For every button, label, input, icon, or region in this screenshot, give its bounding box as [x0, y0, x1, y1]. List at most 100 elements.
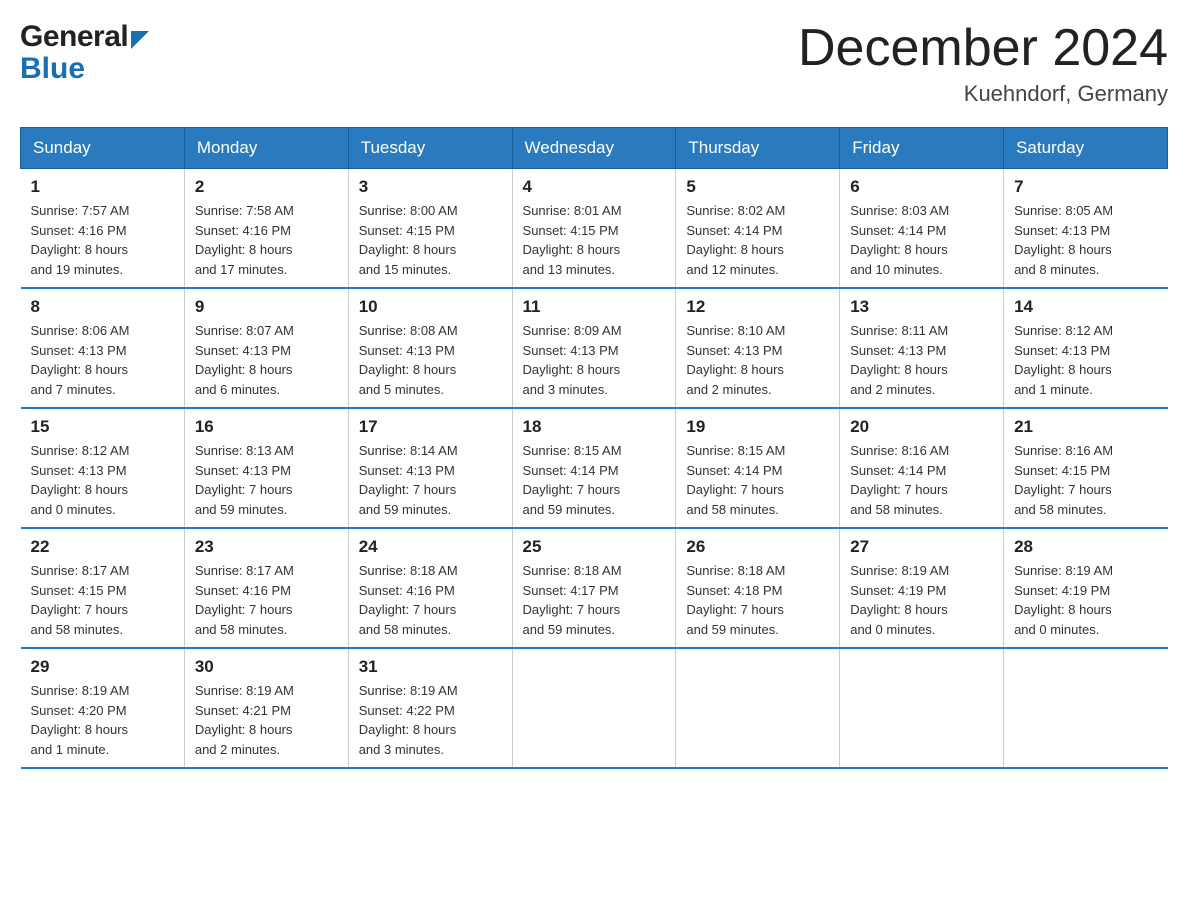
- calendar-cell: 28 Sunrise: 8:19 AMSunset: 4:19 PMDaylig…: [1004, 528, 1168, 648]
- header-wednesday: Wednesday: [512, 128, 676, 169]
- calendar-cell: 29 Sunrise: 8:19 AMSunset: 4:20 PMDaylig…: [21, 648, 185, 768]
- calendar-cell: 6 Sunrise: 8:03 AMSunset: 4:14 PMDayligh…: [840, 169, 1004, 289]
- calendar-cell: 3 Sunrise: 8:00 AMSunset: 4:15 PMDayligh…: [348, 169, 512, 289]
- calendar-week-row: 22 Sunrise: 8:17 AMSunset: 4:15 PMDaylig…: [21, 528, 1168, 648]
- day-number: 29: [31, 657, 174, 677]
- calendar-cell: 5 Sunrise: 8:02 AMSunset: 4:14 PMDayligh…: [676, 169, 840, 289]
- day-info: Sunrise: 8:13 AMSunset: 4:13 PMDaylight:…: [195, 441, 338, 519]
- calendar-cell: 2 Sunrise: 7:58 AMSunset: 4:16 PMDayligh…: [184, 169, 348, 289]
- day-number: 31: [359, 657, 502, 677]
- header-saturday: Saturday: [1004, 128, 1168, 169]
- day-number: 20: [850, 417, 993, 437]
- day-number: 12: [686, 297, 829, 317]
- calendar-cell: 9 Sunrise: 8:07 AMSunset: 4:13 PMDayligh…: [184, 288, 348, 408]
- calendar-cell: 11 Sunrise: 8:09 AMSunset: 4:13 PMDaylig…: [512, 288, 676, 408]
- calendar-cell: 20 Sunrise: 8:16 AMSunset: 4:14 PMDaylig…: [840, 408, 1004, 528]
- day-number: 6: [850, 177, 993, 197]
- page-header: General Blue December 2024 Kuehndorf, Ge…: [20, 20, 1168, 107]
- calendar-cell: 17 Sunrise: 8:14 AMSunset: 4:13 PMDaylig…: [348, 408, 512, 528]
- day-number: 24: [359, 537, 502, 557]
- day-info: Sunrise: 8:19 AMSunset: 4:21 PMDaylight:…: [195, 681, 338, 759]
- calendar-week-row: 1 Sunrise: 7:57 AMSunset: 4:16 PMDayligh…: [21, 169, 1168, 289]
- day-info: Sunrise: 7:58 AMSunset: 4:16 PMDaylight:…: [195, 201, 338, 279]
- day-number: 16: [195, 417, 338, 437]
- logo-triangle-icon: [131, 31, 149, 49]
- day-number: 14: [1014, 297, 1157, 317]
- calendar-cell: [840, 648, 1004, 768]
- calendar-cell: [1004, 648, 1168, 768]
- calendar-cell: 19 Sunrise: 8:15 AMSunset: 4:14 PMDaylig…: [676, 408, 840, 528]
- day-number: 1: [31, 177, 174, 197]
- day-info: Sunrise: 8:15 AMSunset: 4:14 PMDaylight:…: [523, 441, 666, 519]
- calendar-cell: 31 Sunrise: 8:19 AMSunset: 4:22 PMDaylig…: [348, 648, 512, 768]
- logo-general-text: General: [20, 20, 128, 54]
- day-number: 3: [359, 177, 502, 197]
- day-info: Sunrise: 8:08 AMSunset: 4:13 PMDaylight:…: [359, 321, 502, 399]
- day-info: Sunrise: 8:18 AMSunset: 4:16 PMDaylight:…: [359, 561, 502, 639]
- calendar-week-row: 15 Sunrise: 8:12 AMSunset: 4:13 PMDaylig…: [21, 408, 1168, 528]
- calendar-cell: 1 Sunrise: 7:57 AMSunset: 4:16 PMDayligh…: [21, 169, 185, 289]
- calendar-cell: 16 Sunrise: 8:13 AMSunset: 4:13 PMDaylig…: [184, 408, 348, 528]
- day-number: 27: [850, 537, 993, 557]
- day-number: 10: [359, 297, 502, 317]
- calendar-cell: 27 Sunrise: 8:19 AMSunset: 4:19 PMDaylig…: [840, 528, 1004, 648]
- day-info: Sunrise: 8:12 AMSunset: 4:13 PMDaylight:…: [31, 441, 174, 519]
- day-info: Sunrise: 8:02 AMSunset: 4:14 PMDaylight:…: [686, 201, 829, 279]
- day-info: Sunrise: 8:16 AMSunset: 4:15 PMDaylight:…: [1014, 441, 1157, 519]
- calendar-cell: 14 Sunrise: 8:12 AMSunset: 4:13 PMDaylig…: [1004, 288, 1168, 408]
- day-info: Sunrise: 8:18 AMSunset: 4:17 PMDaylight:…: [523, 561, 666, 639]
- calendar-cell: 10 Sunrise: 8:08 AMSunset: 4:13 PMDaylig…: [348, 288, 512, 408]
- day-number: 17: [359, 417, 502, 437]
- day-number: 23: [195, 537, 338, 557]
- day-info: Sunrise: 8:17 AMSunset: 4:16 PMDaylight:…: [195, 561, 338, 639]
- calendar-week-row: 29 Sunrise: 8:19 AMSunset: 4:20 PMDaylig…: [21, 648, 1168, 768]
- day-info: Sunrise: 8:17 AMSunset: 4:15 PMDaylight:…: [31, 561, 174, 639]
- logo: General Blue: [20, 20, 149, 86]
- calendar-table: Sunday Monday Tuesday Wednesday Thursday…: [20, 127, 1168, 769]
- calendar-cell: 7 Sunrise: 8:05 AMSunset: 4:13 PMDayligh…: [1004, 169, 1168, 289]
- day-info: Sunrise: 8:19 AMSunset: 4:19 PMDaylight:…: [850, 561, 993, 639]
- calendar-cell: 26 Sunrise: 8:18 AMSunset: 4:18 PMDaylig…: [676, 528, 840, 648]
- header-tuesday: Tuesday: [348, 128, 512, 169]
- day-info: Sunrise: 7:57 AMSunset: 4:16 PMDaylight:…: [31, 201, 174, 279]
- day-info: Sunrise: 8:12 AMSunset: 4:13 PMDaylight:…: [1014, 321, 1157, 399]
- calendar-cell: 22 Sunrise: 8:17 AMSunset: 4:15 PMDaylig…: [21, 528, 185, 648]
- day-info: Sunrise: 8:09 AMSunset: 4:13 PMDaylight:…: [523, 321, 666, 399]
- day-number: 5: [686, 177, 829, 197]
- calendar-cell: 15 Sunrise: 8:12 AMSunset: 4:13 PMDaylig…: [21, 408, 185, 528]
- day-number: 28: [1014, 537, 1157, 557]
- calendar-cell: 18 Sunrise: 8:15 AMSunset: 4:14 PMDaylig…: [512, 408, 676, 528]
- calendar-cell: 24 Sunrise: 8:18 AMSunset: 4:16 PMDaylig…: [348, 528, 512, 648]
- calendar-cell: [512, 648, 676, 768]
- day-info: Sunrise: 8:07 AMSunset: 4:13 PMDaylight:…: [195, 321, 338, 399]
- calendar-cell: [676, 648, 840, 768]
- day-number: 4: [523, 177, 666, 197]
- day-info: Sunrise: 8:19 AMSunset: 4:19 PMDaylight:…: [1014, 561, 1157, 639]
- header-thursday: Thursday: [676, 128, 840, 169]
- day-info: Sunrise: 8:15 AMSunset: 4:14 PMDaylight:…: [686, 441, 829, 519]
- day-number: 2: [195, 177, 338, 197]
- calendar-cell: 30 Sunrise: 8:19 AMSunset: 4:21 PMDaylig…: [184, 648, 348, 768]
- logo-blue-text: Blue: [20, 52, 85, 86]
- day-number: 18: [523, 417, 666, 437]
- day-number: 11: [523, 297, 666, 317]
- day-info: Sunrise: 8:19 AMSunset: 4:22 PMDaylight:…: [359, 681, 502, 759]
- title-block: December 2024 Kuehndorf, Germany: [798, 20, 1168, 107]
- day-number: 25: [523, 537, 666, 557]
- day-number: 30: [195, 657, 338, 677]
- day-info: Sunrise: 8:01 AMSunset: 4:15 PMDaylight:…: [523, 201, 666, 279]
- calendar-location: Kuehndorf, Germany: [798, 81, 1168, 107]
- header-sunday: Sunday: [21, 128, 185, 169]
- day-info: Sunrise: 8:19 AMSunset: 4:20 PMDaylight:…: [31, 681, 174, 759]
- day-number: 7: [1014, 177, 1157, 197]
- calendar-cell: 21 Sunrise: 8:16 AMSunset: 4:15 PMDaylig…: [1004, 408, 1168, 528]
- calendar-cell: 4 Sunrise: 8:01 AMSunset: 4:15 PMDayligh…: [512, 169, 676, 289]
- day-info: Sunrise: 8:18 AMSunset: 4:18 PMDaylight:…: [686, 561, 829, 639]
- calendar-cell: 8 Sunrise: 8:06 AMSunset: 4:13 PMDayligh…: [21, 288, 185, 408]
- calendar-title: December 2024: [798, 20, 1168, 77]
- header-monday: Monday: [184, 128, 348, 169]
- day-info: Sunrise: 8:11 AMSunset: 4:13 PMDaylight:…: [850, 321, 993, 399]
- calendar-cell: 12 Sunrise: 8:10 AMSunset: 4:13 PMDaylig…: [676, 288, 840, 408]
- day-info: Sunrise: 8:05 AMSunset: 4:13 PMDaylight:…: [1014, 201, 1157, 279]
- day-number: 8: [31, 297, 174, 317]
